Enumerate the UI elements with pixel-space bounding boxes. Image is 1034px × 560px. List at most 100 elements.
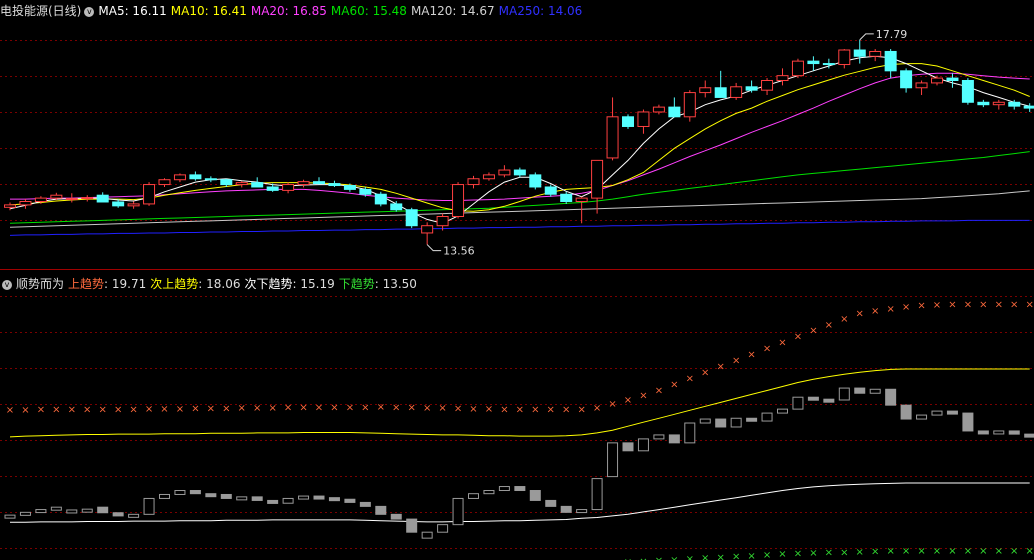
indicator-box-33	[514, 486, 526, 492]
candle-body-65	[1008, 101, 1021, 107]
indicator-marker-0-52: ×	[809, 326, 817, 337]
chart-svg: 17.79 13.56 × × × × × × × × × × × × × × × × × × × × × × × × × × × × × ×…	[0, 28, 1034, 560]
indicator-box-58	[900, 404, 912, 420]
candle-body-39	[606, 116, 619, 159]
indicator-box-56	[869, 388, 881, 394]
indicator-marker-0-37: ×	[577, 404, 585, 415]
indicator-box-45	[699, 418, 711, 424]
indicator-box-26	[406, 518, 418, 533]
candle-body-42	[652, 106, 665, 113]
indicator-marker-3-53: ×	[825, 548, 833, 559]
indicator-box-23	[359, 501, 371, 507]
indicator-box-32	[498, 486, 510, 492]
candle-body-54	[838, 49, 851, 66]
indicator-marker-0-4: ×	[68, 405, 76, 416]
indicator-box-9	[143, 497, 155, 515]
indicator-box-55	[854, 387, 866, 394]
indicator-box-51	[792, 396, 804, 410]
indicator-marker-0-58: ×	[902, 302, 910, 313]
indicator-marker-0-36: ×	[562, 405, 570, 416]
indicator-box-52	[807, 396, 819, 401]
indicator-box-10	[159, 493, 170, 499]
high-marker-arrow	[859, 33, 874, 41]
indicator-marker-0-33: ×	[516, 404, 524, 415]
indicator-marker-0-22: ×	[346, 402, 354, 413]
indicator-marker-3-50: ×	[778, 549, 786, 560]
indicator-marker-3-56: ×	[871, 546, 879, 557]
indicator-marker-0-9: ×	[145, 404, 153, 415]
candle-body-24	[374, 193, 387, 205]
indicator-marker-3-49: ×	[763, 550, 771, 560]
indicator-box-36	[560, 505, 572, 513]
candle-body-5	[81, 197, 94, 200]
indicator-marker-0-56: ×	[871, 306, 879, 317]
indicator-marker-0-43: ×	[670, 379, 678, 390]
candle-body-26	[405, 209, 418, 227]
candle-body-10	[158, 179, 171, 186]
candle-body-66	[1023, 105, 1034, 109]
candle-body-7	[112, 201, 125, 207]
indicator-box-11	[174, 490, 186, 495]
indicator-marker-0-50: ×	[778, 338, 786, 349]
candle-body-2	[34, 197, 47, 202]
indicator-marker-0-7: ×	[114, 404, 122, 415]
indicator-box-20	[313, 495, 325, 500]
candle-body-59	[915, 82, 928, 89]
candle-body-63	[977, 101, 990, 106]
candle-body-38	[591, 159, 604, 199]
indicator-marker-0-60: ×	[933, 300, 941, 311]
indicator-marker-0-29: ×	[454, 404, 462, 415]
candle-body-9	[143, 184, 156, 205]
indicator-marker-0-27: ×	[423, 403, 431, 414]
indicator-box-44	[684, 422, 696, 444]
indicator-box-35	[545, 499, 557, 507]
candle-body-0	[4, 204, 16, 208]
indicator-marker-3-57: ×	[886, 546, 894, 557]
indicator-marker-3-45: ×	[701, 553, 709, 560]
indicator-marker-0-66: ×	[1026, 300, 1034, 311]
candle-body-37	[575, 197, 588, 202]
candle-body-44	[683, 92, 696, 118]
indicator-marker-3-43: ×	[670, 555, 678, 560]
indicator-marker-3-55: ×	[856, 547, 864, 558]
indicator-marker-3-42: ×	[655, 556, 663, 560]
indicator-marker-0-59: ×	[917, 301, 925, 312]
indicator-box-17	[267, 499, 279, 504]
indicator-box-3	[50, 506, 62, 511]
indicator-marker-3-59: ×	[917, 546, 925, 557]
candle-body-29	[452, 184, 465, 218]
indicator-marker-0-0: ×	[6, 405, 14, 416]
indicator-marker-0-40: ×	[624, 395, 632, 406]
indicator-box-37	[576, 509, 588, 514]
candle-body-22	[343, 185, 356, 190]
candle-body-23	[359, 188, 372, 195]
indicator-marker-0-64: ×	[995, 300, 1003, 311]
indicator-marker-3-65: ×	[1010, 546, 1018, 557]
indicator-box-61	[946, 410, 958, 415]
indicator-marker-0-11: ×	[176, 404, 184, 415]
indicator-marker-0-53: ×	[825, 320, 833, 331]
indicator-box-16	[251, 496, 263, 501]
indicator-marker-0-25: ×	[392, 402, 400, 413]
indicator-box-38	[591, 478, 603, 511]
candle-body-34	[529, 174, 542, 188]
indicator-box-22	[344, 498, 356, 503]
candle-body-3	[50, 194, 63, 199]
indicator-box-19	[298, 495, 310, 500]
candle-body-40	[622, 116, 634, 127]
indicator-marker-0-35: ×	[547, 405, 555, 416]
indicator-marker-3-62: ×	[964, 546, 972, 557]
indicator-marker-0-44: ×	[686, 373, 694, 384]
indicator-box-5	[81, 508, 93, 513]
indicator-marker-3-47: ×	[732, 552, 740, 560]
candle-body-18	[282, 184, 295, 191]
candle-body-30	[467, 178, 480, 186]
indicator-marker-0-10: ×	[160, 404, 168, 415]
candle-body-31	[482, 174, 495, 180]
indicator-marker-0-48: ×	[747, 350, 755, 361]
indicator-box-46	[715, 418, 727, 428]
indicator-marker-0-19: ×	[299, 403, 307, 414]
indicator-marker-3-46: ×	[717, 552, 725, 560]
indicator-box-13	[205, 493, 217, 498]
candle-body-57	[884, 50, 897, 72]
